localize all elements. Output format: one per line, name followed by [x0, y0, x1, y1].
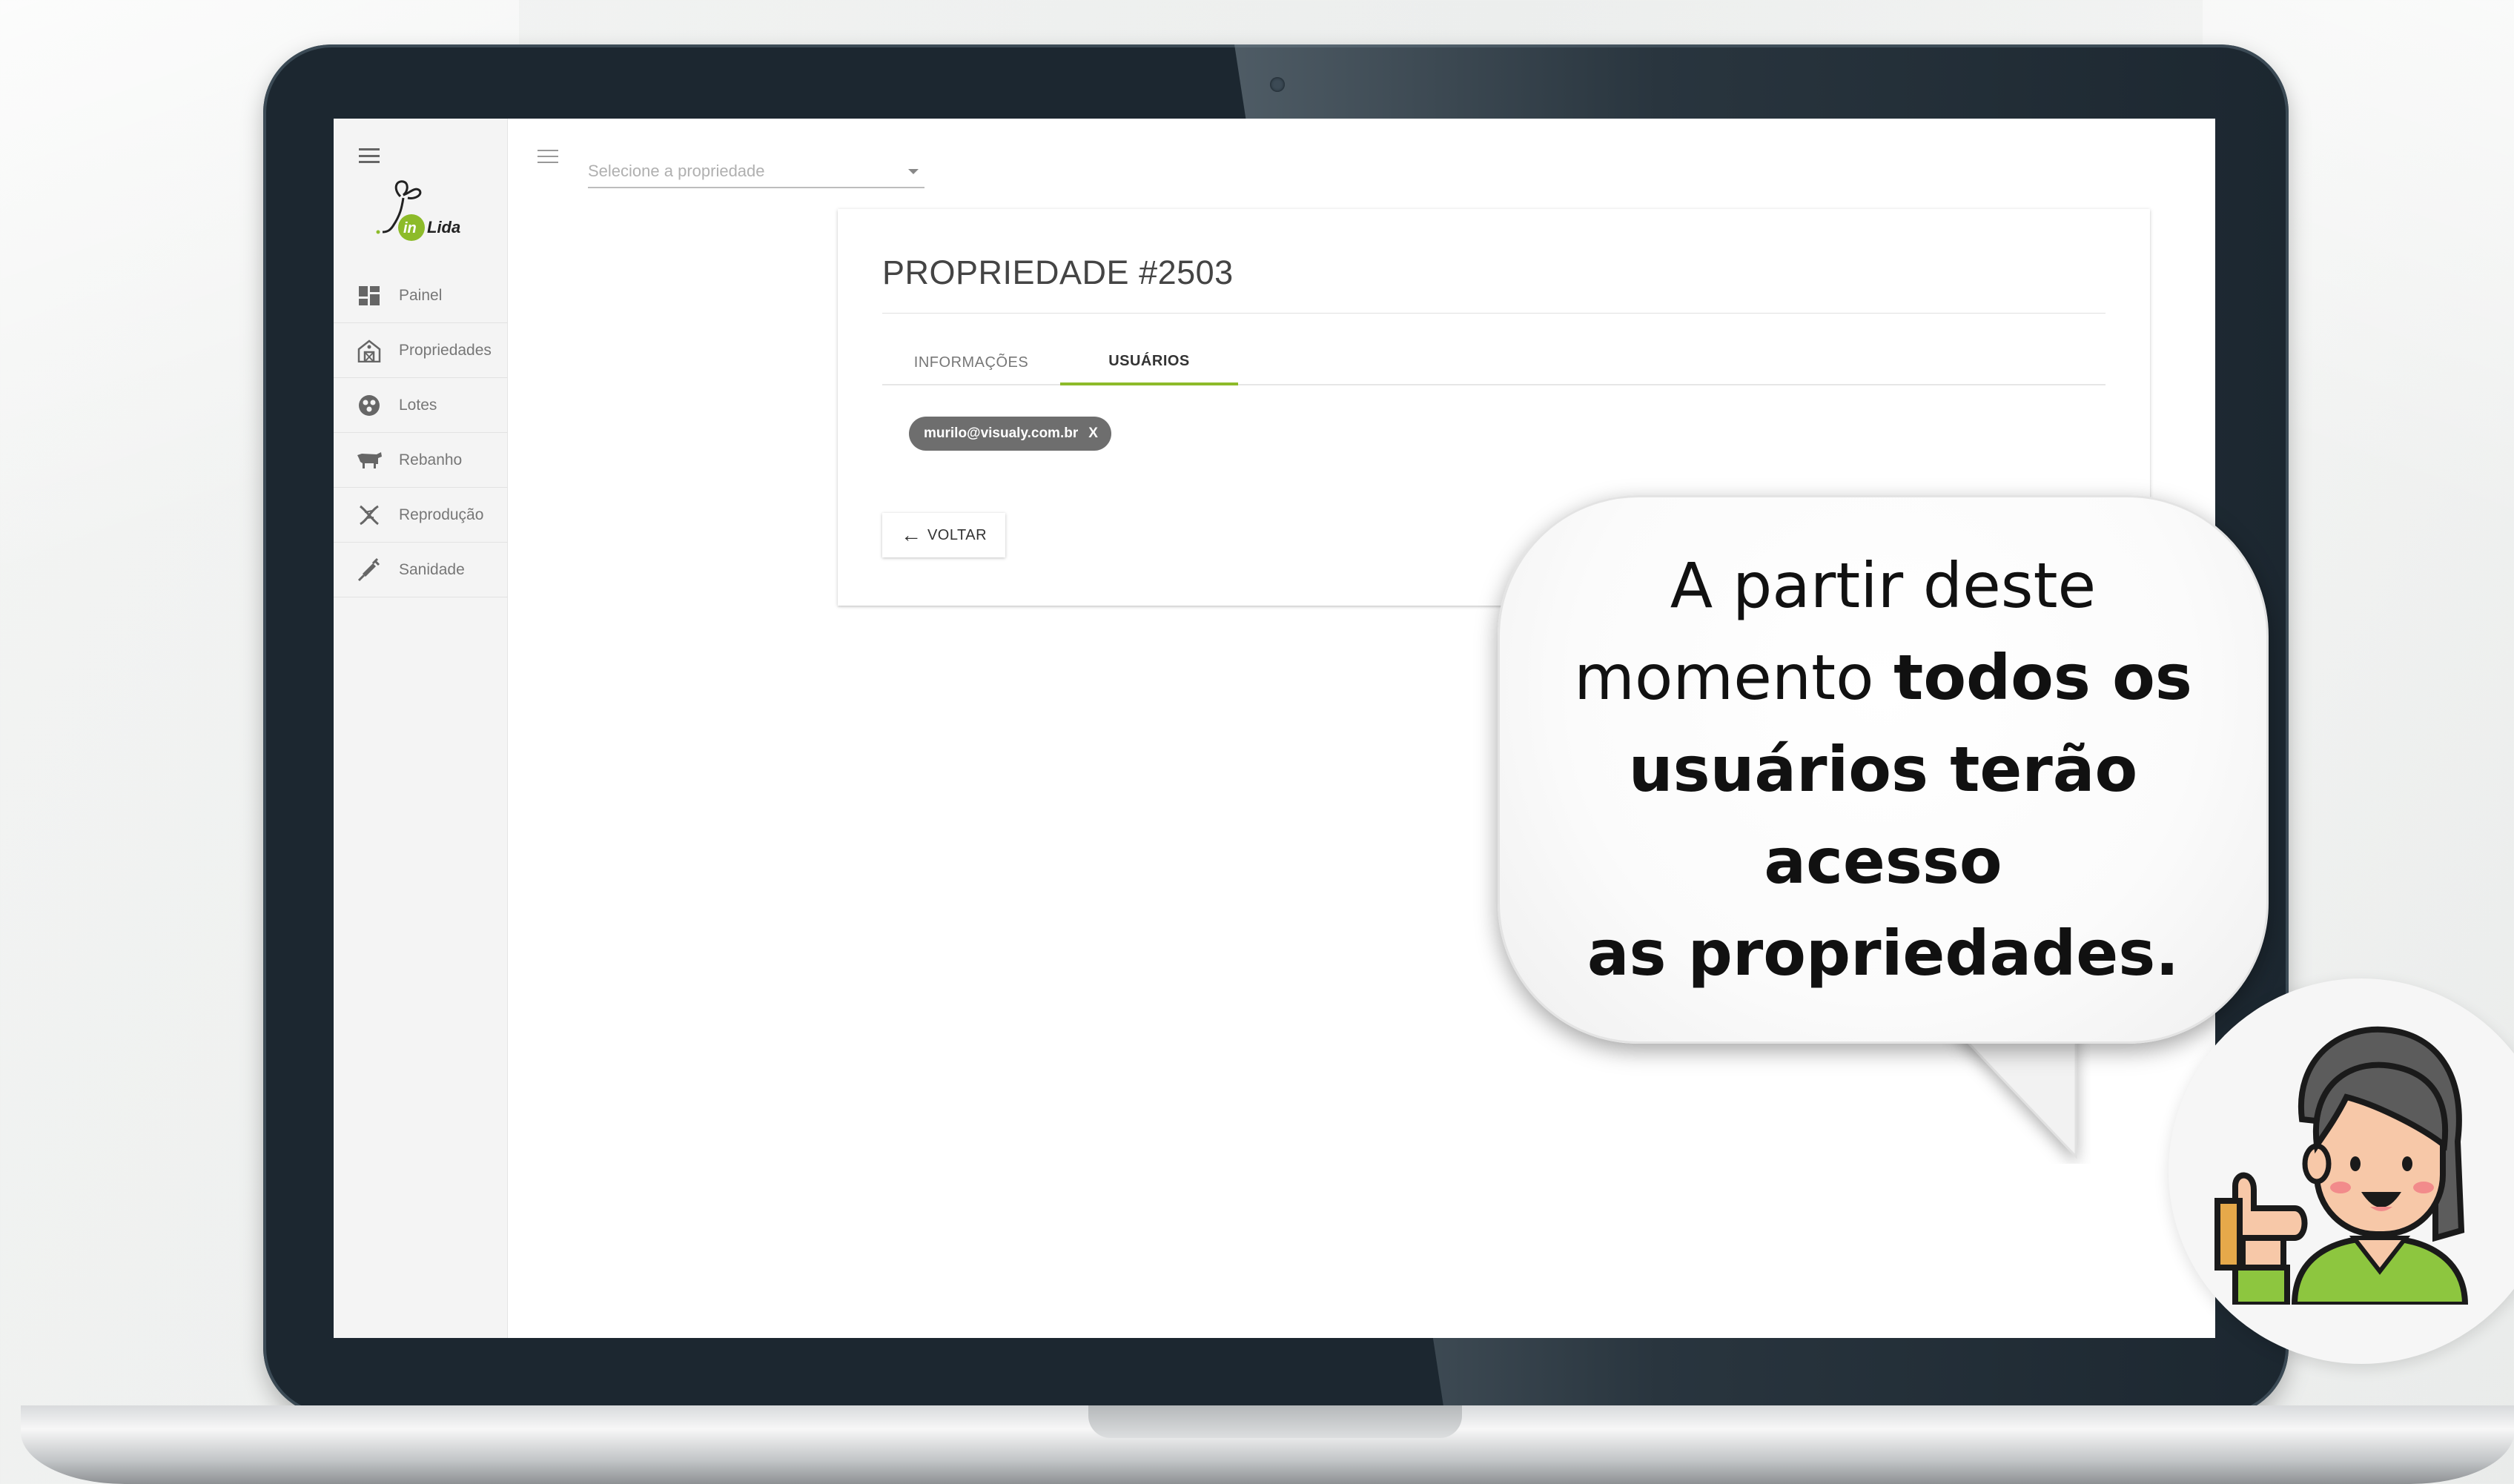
sidebar-item-lotes[interactable]: Lotes — [334, 378, 508, 433]
back-button[interactable]: ← VOLTAR — [882, 513, 1005, 557]
sidebar-item-label: Propriedades — [399, 341, 492, 359]
sidebar-nav: Painel Propriedades Lotes Rebanho Reprod… — [334, 268, 508, 597]
inlida-logo: in Lida — [376, 180, 460, 241]
callout-line-2-bold: todos os — [1893, 641, 2192, 714]
group-icon — [356, 394, 383, 417]
sidebar-item-sanidade[interactable]: Sanidade — [334, 543, 508, 597]
laptop-base-notch — [1088, 1405, 1462, 1438]
syringe-icon — [356, 557, 383, 581]
cow-icon — [356, 449, 383, 471]
callout-line-2-normal: momento — [1574, 641, 1874, 714]
divider — [882, 313, 2106, 314]
arrow-left-icon: ← — [900, 523, 922, 546]
sidebar-item-reproducao[interactable]: Reprodução — [334, 488, 508, 543]
svg-text:Lida: Lida — [427, 218, 460, 236]
svg-text:in: in — [403, 220, 417, 236]
sidebar-item-propriedades[interactable]: Propriedades — [334, 323, 508, 378]
user-chip-email: murilo@visualy.com.br — [924, 425, 1079, 441]
sidebar: in Lida Painel Propriedades Lotes Rebanh… — [334, 119, 508, 1338]
tab-usuarios[interactable]: USUÁRIOS — [1060, 339, 1238, 385]
tab-informacoes[interactable]: INFORMAÇÕES — [882, 339, 1060, 385]
topbar-menu-icon[interactable] — [537, 150, 558, 163]
callout-line-3-bold: usuários terão acesso — [1628, 733, 2138, 898]
callout-line-2: momento todos os — [1574, 632, 2192, 723]
callout-line-4: as propriedades. — [1587, 907, 2179, 999]
sidebar-item-label: Painel — [399, 286, 443, 304]
sidebar-menu-icon[interactable] — [359, 148, 380, 163]
sidebar-item-label: Rebanho — [399, 451, 463, 468]
callout-line-1: A partir deste — [1670, 549, 2097, 622]
avatar — [2214, 1026, 2469, 1305]
tabs: INFORMAÇÕES USUÁRIOS — [882, 339, 2106, 385]
sidebar-item-rebanho[interactable]: Rebanho — [334, 433, 508, 488]
property-select[interactable]: Selecione a propriedade — [588, 156, 924, 188]
callout-line-3: usuários terão acesso — [1500, 723, 2266, 907]
speech-bubble: A partir deste momento todos os usuários… — [1498, 495, 2269, 1044]
dna-icon — [356, 504, 383, 526]
sidebar-item-label: Lotes — [399, 396, 437, 414]
callout-line-4-bold: as propriedades. — [1587, 917, 2180, 990]
sidebar-item-label: Reprodução — [399, 506, 484, 523]
property-select-placeholder: Selecione a propriedade — [588, 162, 765, 180]
chevron-down-icon — [908, 169, 919, 174]
sidebar-item-label: Sanidade — [399, 560, 465, 578]
barn-icon — [356, 339, 383, 362]
camera — [1270, 77, 1285, 92]
back-button-label: VOLTAR — [927, 526, 988, 543]
dashboard-icon — [356, 285, 383, 307]
user-chip: murilo@visualy.com.br X — [909, 417, 1111, 451]
remove-user-button[interactable]: X — [1088, 425, 1098, 442]
sidebar-item-painel[interactable]: Painel — [334, 268, 508, 323]
page-title: PROPRIEDADE #2503 — [882, 254, 1234, 291]
